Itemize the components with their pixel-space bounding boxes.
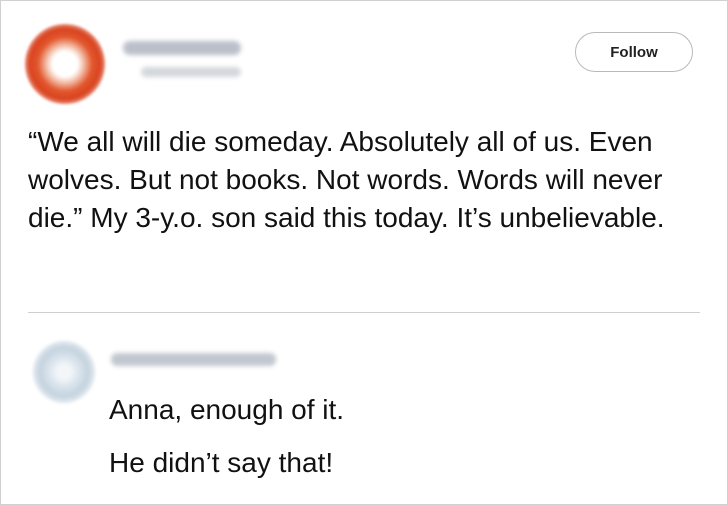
author-handle-blurred bbox=[141, 67, 241, 77]
follow-button[interactable]: Follow bbox=[575, 32, 693, 72]
reply-text-line: He didn’t say that! bbox=[109, 447, 334, 478]
reply-author-name-blurred[interactable] bbox=[111, 353, 276, 366]
tweet-text: “We all will die someday. Absolutely all… bbox=[28, 126, 665, 233]
reply-text-line: Anna, enough of it. bbox=[109, 394, 345, 425]
divider bbox=[28, 312, 700, 313]
reply-avatar[interactable] bbox=[33, 341, 95, 403]
avatar[interactable] bbox=[25, 24, 105, 104]
post-card: Follow “We all will die someday. Absolut… bbox=[0, 0, 728, 505]
author-name-blurred[interactable] bbox=[123, 41, 241, 55]
